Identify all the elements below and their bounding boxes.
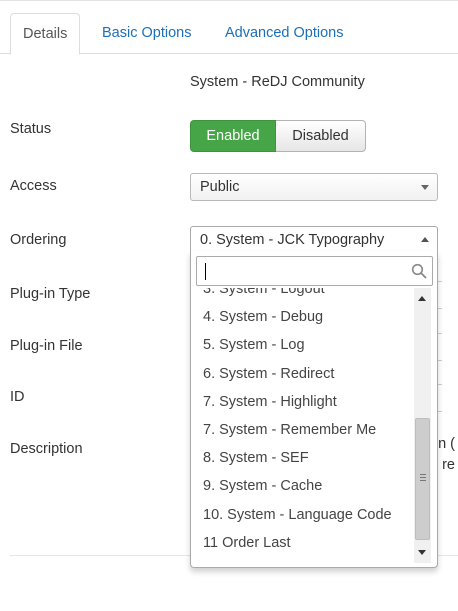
status-label: Status [10, 121, 52, 137]
grip-line [420, 477, 426, 478]
dropdown-option[interactable]: 4. System - Debug [191, 303, 415, 331]
chevron-down-icon [421, 185, 429, 190]
text-cursor [205, 263, 206, 280]
dropdown-option[interactable]: 11 Order Last [191, 529, 415, 557]
dropdown-option[interactable]: 10. System - Language Code [191, 501, 415, 529]
scroll-down-icon[interactable] [418, 550, 426, 555]
ordering-label: Ordering [10, 232, 67, 248]
id-label: ID [10, 389, 25, 405]
grip-line [420, 474, 426, 475]
grip-line [420, 480, 426, 481]
scrollbar-thumb[interactable] [415, 418, 430, 540]
tab-details[interactable]: Details [10, 13, 81, 55]
dropdown-option[interactable]: 8. System - SEF [191, 444, 415, 472]
access-label: Access [10, 178, 57, 194]
top-border [0, 0, 458, 3]
ordering-select[interactable]: 0. System - JCK Typography [190, 226, 438, 252]
dropdown-option[interactable]: 7. System - Highlight [191, 388, 415, 416]
chevron-up-icon [421, 237, 429, 242]
ordering-value: 0. System - JCK Typography [200, 232, 385, 248]
ordering-dropdown: 3. System - Logout 4. System - Debug 5. … [190, 251, 438, 568]
plugin-file-label: Plug-in File [10, 338, 83, 354]
access-value: Public [200, 179, 240, 195]
description-label: Description [10, 441, 83, 457]
dropdown-option[interactable]: 5. System - Log [191, 331, 415, 359]
dropdown-options: 3. System - Logout 4. System - Debug 5. … [191, 288, 415, 566]
dropdown-option[interactable]: 3. System - Logout [191, 288, 415, 303]
search-icon [411, 263, 427, 279]
scroll-up-icon[interactable] [418, 296, 426, 301]
dropdown-option[interactable]: 6. System - Redirect [191, 360, 415, 388]
tab-basic-options[interactable]: Basic Options [90, 13, 203, 54]
dropdown-search-input[interactable] [196, 256, 433, 286]
dropdown-scrollbar[interactable] [414, 288, 431, 563]
enabled-button[interactable]: Enabled [190, 120, 276, 152]
status-toggle: Enabled Disabled [190, 120, 366, 152]
disabled-button[interactable]: Disabled [276, 120, 366, 152]
access-select[interactable]: Public [190, 173, 438, 201]
tab-bar: Details Basic Options Advanced Options [0, 13, 458, 55]
plugin-title: System - ReDJ Community [190, 74, 365, 90]
dropdown-option[interactable]: 9. System - Cache [191, 472, 415, 500]
plugin-type-label: Plug-in Type [10, 286, 91, 302]
tab-advanced-options[interactable]: Advanced Options [213, 13, 356, 54]
dropdown-option[interactable]: 7. System - Remember Me [191, 416, 415, 444]
